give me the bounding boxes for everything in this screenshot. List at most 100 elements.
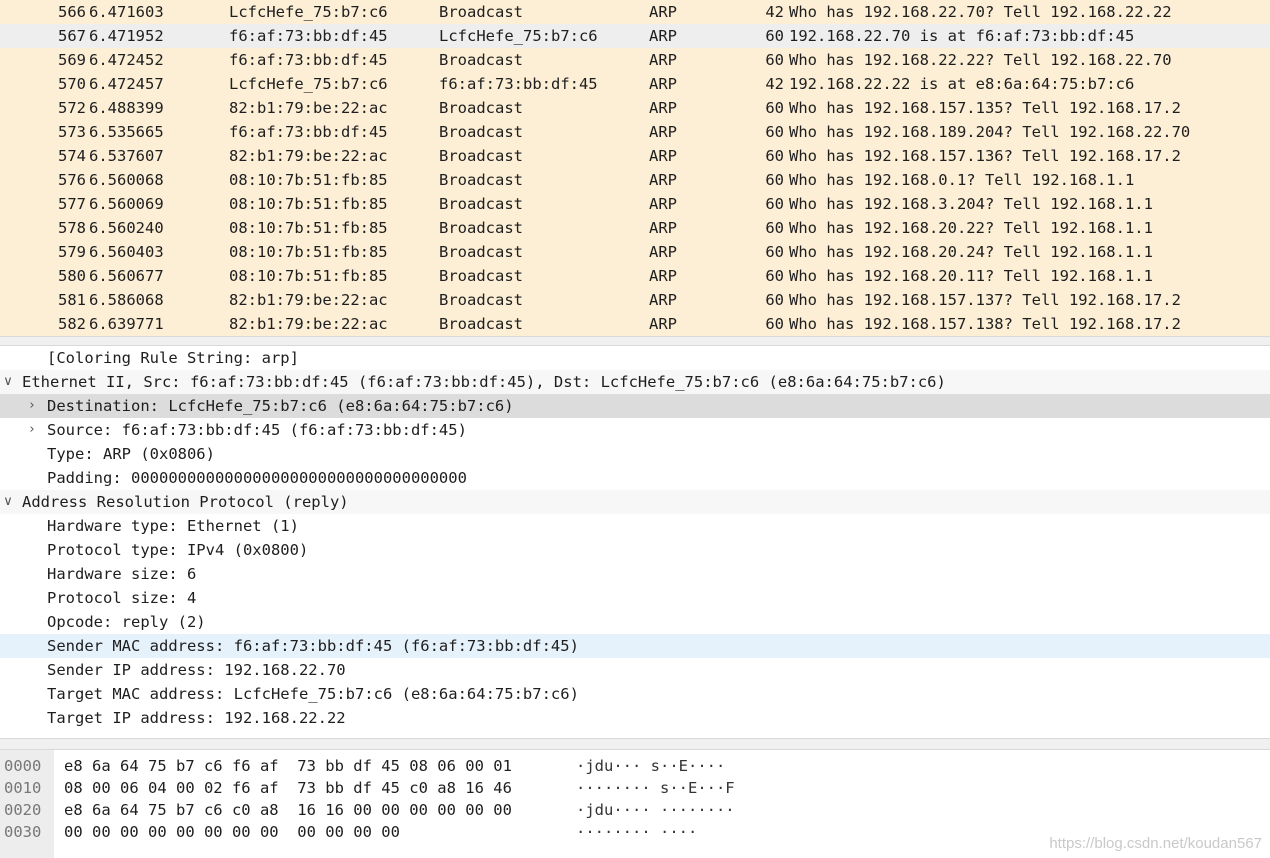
packet-row[interactable]: 566 6.471603 LcfcHefe_75:b7:c6 Broadcast ARP… [0,0,1270,24]
packet-row[interactable]: 577 6.560069 08:10:7b:51:fb:85 Broadcast ARP… [0,192,1270,216]
packet-row[interactable]: 573 6.535665 f6:af:73:bb:df:45 Broadcast ARP… [0,120,1270,144]
packet-row[interactable]: 578 6.560240 08:10:7b:51:fb:85 Broadcast ARP… [0,216,1270,240]
chevron-down-icon[interactable]: ∨ [0,370,16,394]
tree-field-node[interactable]: Opcode: reply (2) [0,610,1270,634]
packet-time: 6.488399 [89,99,164,117]
packet-protocol: ARP [649,171,677,189]
tree-node-label: Source: f6:af:73:bb:df:45 (f6:af:73:bb:d… [47,421,467,439]
hex-row[interactable]: 0020 e8 6a 64 75 b7 c6 c0 a8 16 16 00 00 … [0,799,1270,821]
packet-destination: Broadcast [439,3,523,21]
packet-protocol: ARP [649,27,677,45]
packet-length: 60 [765,51,784,69]
packet-row[interactable]: 580 6.560677 08:10:7b:51:fb:85 Broadcast ARP… [0,264,1270,288]
packet-source: 82:b1:79:be:22:ac [229,315,388,333]
hex-ascii: ········ ···· [576,823,698,841]
hex-ascii: ·jdu··· s··E···· [576,757,726,775]
pane-splitter[interactable] [0,738,1270,750]
packet-info: Who has 192.168.157.138? Tell 192.168.17… [789,315,1181,333]
chevron-right-icon[interactable]: › [24,418,40,442]
packet-info: 192.168.22.22 is at e8:6a:64:75:b7:c6 [789,75,1135,93]
packet-info: Who has 192.168.22.70? Tell 192.168.22.2… [789,3,1172,21]
packet-info: Who has 192.168.20.22? Tell 192.168.1.1 [789,219,1153,237]
packet-protocol: ARP [649,147,677,165]
hex-offset: 0020 [4,801,42,819]
packet-protocol: ARP [649,243,677,261]
packet-number: 579 [58,243,86,261]
packet-destination: Broadcast [439,99,523,117]
tree-field-node[interactable]: Type: ARP (0x0806) [0,442,1270,466]
packet-number: 572 [58,99,86,117]
pane-splitter[interactable] [0,336,1270,346]
tree-node-label: Hardware size: 6 [47,565,197,583]
hex-ascii: ·jdu···· ········ [576,801,735,819]
packet-number: 578 [58,219,86,237]
packet-row[interactable]: 567 6.471952 f6:af:73:bb:df:45 LcfcHefe_75:… [0,24,1270,48]
hex-row[interactable]: 0010 08 00 06 04 00 02 f6 af 73 bb df 45 … [0,777,1270,799]
packet-length: 60 [765,147,784,165]
packet-row[interactable]: 570 6.472457 LcfcHefe_75:b7:c6 f6:af:73:bb:… [0,72,1270,96]
packet-row[interactable]: 582 6.639771 82:b1:79:be:22:ac Broadcast ARP… [0,312,1270,336]
packet-source: 08:10:7b:51:fb:85 [229,243,388,261]
packet-row[interactable]: 572 6.488399 82:b1:79:be:22:ac Broadcast ARP… [0,96,1270,120]
tree-field-node[interactable]: Target MAC address: LcfcHefe_75:b7:c6 (e… [0,682,1270,706]
tree-node-label: Padding: 0000000000000000000000000000000… [47,469,467,487]
packet-row[interactable]: 569 6.472452 f6:af:73:bb:df:45 Broadcast ARP… [0,48,1270,72]
packet-time: 6.560240 [89,219,164,237]
packet-row[interactable]: 574 6.537607 82:b1:79:be:22:ac Broadcast ARP… [0,144,1270,168]
hex-bytes: 00 00 00 00 00 00 00 00 00 00 00 00 [64,823,400,841]
tree-protocol-node[interactable]: ∨ Ethernet II, Src: f6:af:73:bb:df:45 (f6… [0,370,1270,394]
packet-length: 60 [765,219,784,237]
tree-protocol-node[interactable]: ∨ Address Resolution Protocol (reply) [0,490,1270,514]
tree-field-node[interactable]: Hardware size: 6 [0,562,1270,586]
packet-info: Who has 192.168.157.136? Tell 192.168.17… [789,147,1181,165]
tree-field-node[interactable]: Protocol size: 4 [0,586,1270,610]
tree-field-node[interactable]: Target IP address: 192.168.22.22 [0,706,1270,730]
tree-node-label: Sender IP address: 192.168.22.70 [47,661,346,679]
tree-field-node[interactable]: Hardware type: Ethernet (1) [0,514,1270,538]
packet-row[interactable]: 576 6.560068 08:10:7b:51:fb:85 Broadcast ARP… [0,168,1270,192]
packet-time: 6.560677 [89,267,164,285]
packet-info: Who has 192.168.20.24? Tell 192.168.1.1 [789,243,1153,261]
packet-destination: Broadcast [439,51,523,69]
packet-info: 192.168.22.70 is at f6:af:73:bb:df:45 [789,27,1135,45]
packet-destination: Broadcast [439,291,523,309]
tree-field-node[interactable]: › Source: f6:af:73:bb:df:45 (f6:af:73:bb:… [0,418,1270,442]
packet-info: Who has 192.168.20.11? Tell 192.168.1.1 [789,267,1153,285]
packet-row[interactable]: 579 6.560403 08:10:7b:51:fb:85 Broadcast ARP… [0,240,1270,264]
packet-length: 60 [765,267,784,285]
chevron-down-icon[interactable]: ∨ [0,490,16,514]
packet-details-tree[interactable]: [Coloring Rule String: arp] ∨ Ethernet II,… [0,346,1270,738]
packet-destination: Broadcast [439,315,523,333]
tree-field-node[interactable]: Sender MAC address: f6:af:73:bb:df:45 (f… [0,634,1270,658]
packet-length: 60 [765,27,784,45]
packet-row[interactable]: 581 6.586068 82:b1:79:be:22:ac Broadcast ARP… [0,288,1270,312]
packet-source: 08:10:7b:51:fb:85 [229,267,388,285]
packet-protocol: ARP [649,195,677,213]
packet-protocol: ARP [649,99,677,117]
packet-time: 6.472452 [89,51,164,69]
hex-row[interactable]: 0000 e8 6a 64 75 b7 c6 f6 af 73 bb df 45 … [0,755,1270,777]
packet-protocol: ARP [649,267,677,285]
packet-info: Who has 192.168.0.1? Tell 192.168.1.1 [789,171,1135,189]
packet-protocol: ARP [649,75,677,93]
tree-field-node[interactable]: › Destination: LcfcHefe_75:b7:c6 (e8:6a:6… [0,394,1270,418]
hex-ascii: ········ s··E···F [576,779,735,797]
packet-destination: Broadcast [439,243,523,261]
packet-source: 82:b1:79:be:22:ac [229,99,388,117]
packet-time: 6.586068 [89,291,164,309]
tree-field-node[interactable]: Padding: 0000000000000000000000000000000… [0,466,1270,490]
packet-source: 82:b1:79:be:22:ac [229,147,388,165]
packet-source: LcfcHefe_75:b7:c6 [229,3,388,21]
tree-field-node[interactable]: Sender IP address: 192.168.22.70 [0,658,1270,682]
packet-length: 42 [765,3,784,21]
tree-node-label: Protocol size: 4 [47,589,197,607]
hex-bytes: 08 00 06 04 00 02 f6 af 73 bb df 45 c0 a… [64,779,512,797]
tree-node-label: Protocol type: IPv4 (0x0800) [47,541,309,559]
chevron-right-icon[interactable]: › [24,394,40,418]
tree-field-node[interactable]: Protocol type: IPv4 (0x0800) [0,538,1270,562]
packet-destination: f6:af:73:bb:df:45 [439,75,598,93]
hex-offset: 0000 [4,757,42,775]
packet-list[interactable]: 566 6.471603 LcfcHefe_75:b7:c6 Broadcast ARP… [0,0,1270,336]
packet-source: LcfcHefe_75:b7:c6 [229,75,388,93]
tree-field-node[interactable]: [Coloring Rule String: arp] [0,346,1270,370]
